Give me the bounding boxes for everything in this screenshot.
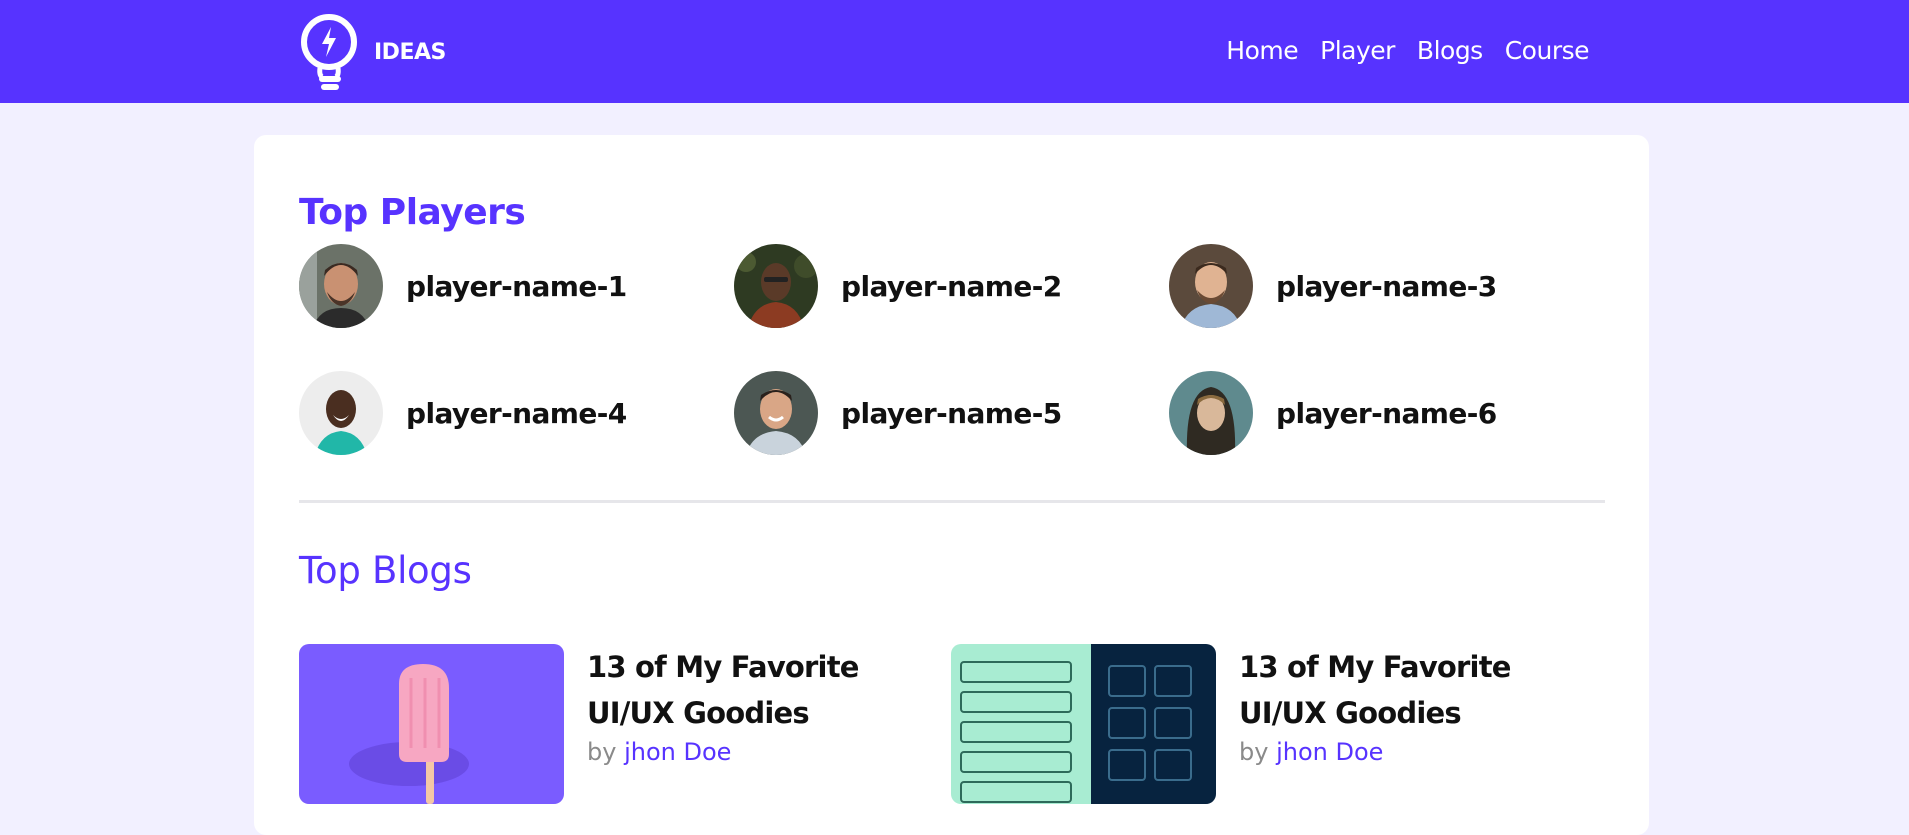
top-blogs-heading: Top Blogs [299, 549, 472, 592]
blog-thumbnail[interactable] [951, 644, 1216, 804]
player-item[interactable]: player-name-5 [734, 371, 1062, 455]
lightbulb-icon [301, 14, 357, 90]
blog-card[interactable]: 13 of My Favorite UI/UX Goodies by jhon … [299, 644, 947, 804]
byline-prefix: by [587, 738, 617, 766]
blog-card[interactable]: 13 of My Favorite UI/UX Goodies by jhon … [951, 644, 1599, 804]
player-item[interactable]: player-name-4 [299, 371, 627, 455]
top-players-heading: Top Players [299, 192, 526, 233]
nav-links: Home Player Blogs Course [1226, 30, 1589, 70]
nav-link-blogs[interactable]: Blogs [1417, 36, 1483, 65]
blog-byline: by jhon Doe [1239, 738, 1599, 766]
blog-byline: by jhon Doe [587, 738, 947, 766]
player-name: player-name-3 [1276, 269, 1497, 303]
player-item[interactable]: player-name-3 [1169, 244, 1497, 328]
blog-title[interactable]: 13 of My Favorite UI/UX Goodies [587, 644, 947, 736]
player-name: player-name-6 [1276, 396, 1497, 430]
nav-link-home[interactable]: Home [1226, 36, 1298, 65]
avatar [734, 244, 818, 328]
byline-prefix: by [1239, 738, 1269, 766]
avatar [299, 371, 383, 455]
player-item[interactable]: player-name-6 [1169, 371, 1497, 455]
nav-link-course[interactable]: Course [1505, 36, 1590, 65]
section-divider [299, 500, 1605, 503]
brand-name: IDEAS [374, 39, 446, 65]
avatar [1169, 371, 1253, 455]
avatar [734, 371, 818, 455]
avatar [299, 244, 383, 328]
nav-link-player[interactable]: Player [1320, 36, 1395, 65]
blog-title[interactable]: 13 of My Favorite UI/UX Goodies [1239, 644, 1599, 736]
player-item[interactable]: player-name-2 [734, 244, 1062, 328]
blog-author-link[interactable]: jhon Doe [624, 738, 731, 766]
player-name: player-name-1 [406, 269, 627, 303]
player-name: player-name-4 [406, 396, 627, 430]
content-card: Top Players player-name-1 player-name-2 … [254, 135, 1649, 835]
player-name: player-name-5 [841, 396, 1062, 430]
blog-thumbnail[interactable] [299, 644, 564, 804]
player-item[interactable]: player-name-1 [299, 244, 627, 328]
navbar: IDEAS Home Player Blogs Course [0, 0, 1909, 103]
blog-author-link[interactable]: jhon Doe [1276, 738, 1383, 766]
player-name: player-name-2 [841, 269, 1062, 303]
avatar [1169, 244, 1253, 328]
brand[interactable]: IDEAS [298, 12, 446, 92]
